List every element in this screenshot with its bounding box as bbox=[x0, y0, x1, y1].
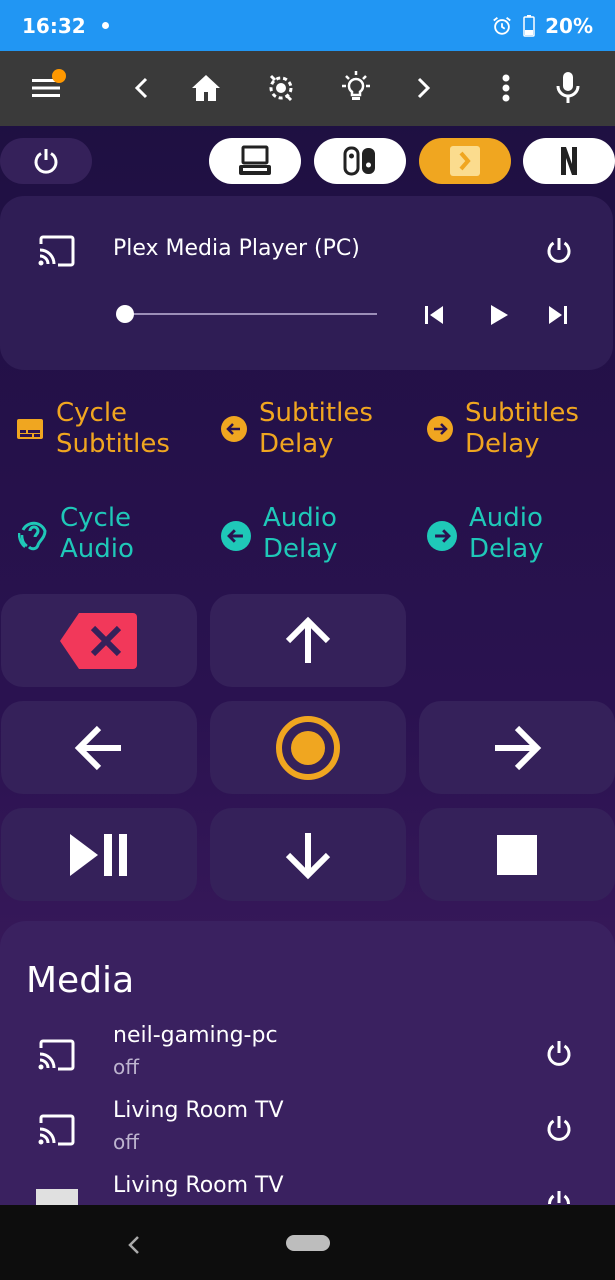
home-pill[interactable] bbox=[286, 1235, 330, 1251]
chevron-left-icon bbox=[134, 77, 148, 99]
cast-icon bbox=[38, 235, 75, 267]
arrow-right-circle-icon bbox=[427, 416, 453, 442]
arrow-up-icon bbox=[285, 616, 331, 663]
stop-button[interactable] bbox=[419, 808, 615, 901]
media-heading: Media bbox=[26, 960, 135, 1001]
more-vertical-icon bbox=[502, 74, 510, 102]
shortcut-label-line2: Delay bbox=[259, 429, 334, 459]
automation-tab[interactable] bbox=[256, 63, 306, 113]
select-circle-icon bbox=[276, 715, 340, 780]
media-item-state: off bbox=[113, 1130, 140, 1154]
switch-source-chip[interactable] bbox=[314, 138, 406, 184]
media-item-name: neil-gaming-pc bbox=[113, 1023, 278, 1048]
back-button[interactable] bbox=[1, 594, 197, 687]
left-button[interactable] bbox=[1, 701, 197, 794]
notification-dot bbox=[101, 22, 109, 29]
status-bar: 16:32 20% bbox=[0, 0, 615, 51]
home-icon bbox=[192, 75, 220, 101]
netflix-icon bbox=[561, 147, 577, 175]
lightbulb-icon bbox=[342, 71, 370, 100]
cast-icon bbox=[38, 1114, 75, 1146]
media-item-state: off bbox=[113, 1055, 140, 1079]
media-player-card bbox=[0, 196, 613, 370]
shortcut-label-line2: Subtitles bbox=[56, 429, 170, 459]
arrow-right-icon bbox=[495, 725, 542, 770]
overflow-menu-button[interactable] bbox=[481, 63, 531, 113]
arrow-left-icon bbox=[74, 725, 121, 770]
shortcut-label-line2: Delay bbox=[465, 429, 540, 459]
robot-gear-icon bbox=[269, 74, 293, 102]
seek-slider-knob[interactable] bbox=[116, 305, 134, 323]
nintendo-switch-icon bbox=[343, 146, 375, 176]
shortcut-label-line1: Audio bbox=[469, 503, 543, 533]
shortcut-label-line2: Delay bbox=[263, 534, 338, 564]
power-icon[interactable] bbox=[545, 1189, 573, 1205]
pc-source-chip[interactable] bbox=[209, 138, 301, 184]
arrow-right-circle-icon bbox=[427, 521, 457, 551]
down-button[interactable] bbox=[210, 808, 406, 901]
select-button[interactable] bbox=[210, 701, 406, 794]
plex-source-chip[interactable] bbox=[419, 138, 511, 184]
media-item-name: Living Room TV bbox=[113, 1173, 284, 1198]
play-pause-icon bbox=[70, 833, 127, 876]
power-icon bbox=[34, 149, 58, 174]
previous-track-button[interactable] bbox=[422, 303, 446, 327]
toolbar bbox=[0, 51, 615, 126]
shortcut-label-line2: Audio bbox=[60, 534, 134, 564]
power-chip[interactable] bbox=[0, 138, 92, 184]
battery-icon bbox=[523, 14, 535, 37]
system-back-icon[interactable] bbox=[127, 1235, 141, 1255]
arrow-left-circle-icon bbox=[221, 521, 251, 551]
arrow-left-circle-icon bbox=[221, 416, 247, 442]
ear-icon bbox=[18, 521, 47, 551]
stop-icon bbox=[497, 834, 537, 875]
shortcut-label-line1: Subtitles bbox=[465, 398, 579, 428]
player-name: Plex Media Player (PC) bbox=[113, 236, 360, 261]
arrow-down-icon bbox=[285, 832, 331, 879]
play-pause-button[interactable] bbox=[1, 808, 197, 901]
chevron-right-icon bbox=[417, 77, 431, 99]
seek-slider-track[interactable] bbox=[125, 313, 377, 315]
audio-delay-increase-button[interactable]: Audio Delay bbox=[427, 503, 544, 565]
shortcut-label-line1: Cycle bbox=[60, 503, 132, 533]
system-navigation-bar bbox=[0, 1205, 615, 1280]
backspace-icon bbox=[60, 612, 137, 669]
forward-view-button[interactable] bbox=[398, 63, 448, 113]
clock: 16:32 bbox=[22, 13, 86, 38]
power-icon[interactable] bbox=[545, 1114, 573, 1144]
voice-button[interactable] bbox=[543, 63, 593, 113]
up-button[interactable] bbox=[210, 594, 406, 687]
media-item-name: Living Room TV bbox=[113, 1098, 284, 1123]
right-button[interactable] bbox=[419, 701, 615, 794]
lights-tab[interactable] bbox=[331, 63, 381, 113]
alarm-icon bbox=[493, 16, 511, 35]
next-track-button[interactable] bbox=[546, 303, 570, 327]
notification-badge bbox=[52, 69, 66, 83]
shortcut-label-line1: Subtitles bbox=[259, 398, 373, 428]
subtitles-delay-increase-button[interactable]: Subtitles Delay bbox=[427, 398, 579, 460]
cycle-audio-button[interactable]: Cycle Audio bbox=[18, 503, 134, 565]
back-view-button[interactable] bbox=[117, 63, 167, 113]
audio-delay-decrease-button[interactable]: Audio Delay bbox=[221, 503, 338, 565]
cycle-subtitles-button[interactable]: Cycle Subtitles bbox=[16, 398, 170, 460]
shortcut-label-line2: Delay bbox=[469, 534, 544, 564]
microphone-icon bbox=[556, 72, 580, 103]
laptop-icon bbox=[239, 145, 271, 175]
menu-button[interactable] bbox=[22, 63, 72, 113]
netflix-source-chip[interactable] bbox=[523, 138, 615, 184]
player-power-button[interactable] bbox=[545, 236, 573, 266]
home-tab[interactable] bbox=[181, 63, 231, 113]
tv-icon bbox=[36, 1189, 78, 1205]
subtitles-icon bbox=[17, 419, 43, 439]
subtitles-delay-decrease-button[interactable]: Subtitles Delay bbox=[221, 398, 373, 460]
shortcut-label-line1: Audio bbox=[263, 503, 337, 533]
cast-icon bbox=[38, 1039, 75, 1071]
plex-icon bbox=[450, 146, 480, 176]
power-icon[interactable] bbox=[545, 1039, 573, 1069]
shortcut-label-line1: Cycle bbox=[56, 398, 128, 428]
battery-level: 20% bbox=[545, 13, 593, 38]
play-button[interactable] bbox=[486, 303, 510, 327]
